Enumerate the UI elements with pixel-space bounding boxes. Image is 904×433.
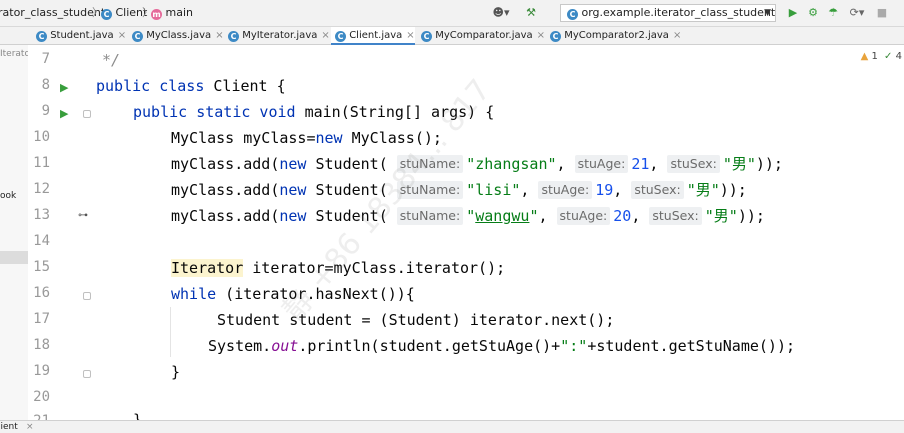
fold-icon[interactable] (83, 110, 91, 118)
line-number: 16 (33, 285, 50, 301)
close-icon[interactable]: × (215, 30, 223, 41)
class-icon: C (567, 9, 578, 20)
line-number: 8 (41, 77, 50, 93)
close-icon[interactable]: × (406, 30, 414, 41)
tab-label: MyIterator.java (242, 30, 318, 41)
user-icon[interactable]: ☻▾ (490, 4, 512, 22)
fold-icon[interactable] (83, 292, 91, 300)
warning-count: 1 (871, 51, 878, 62)
editor-gutter: 7 8 9 10 11 12 13 14 15 16 17 18 19 20 2… (28, 45, 94, 420)
line-number: 20 (33, 389, 50, 405)
bookmark-icon: ⊶ (78, 210, 88, 221)
debug-icon[interactable]: ⚙ (806, 4, 820, 22)
line-number: 11 (33, 155, 50, 171)
line-number: 21 (28, 413, 50, 420)
run-main-icon[interactable]: ▶ (60, 107, 68, 120)
coverage-icon[interactable]: ☂ (826, 4, 840, 22)
profile-icon[interactable]: ⟳▾ (846, 4, 868, 22)
code-line-17: Student student = (Student) iterator.nex… (217, 311, 615, 329)
line-number: 12 (33, 181, 50, 197)
line-number: 18 (33, 337, 50, 353)
line-number: 19 (33, 363, 50, 379)
line-number: 15 (33, 259, 50, 275)
stop-icon[interactable]: ■ (876, 4, 888, 22)
run-icon[interactable]: ▶ (786, 4, 800, 22)
tab-label: MyComparator.java (435, 30, 533, 41)
close-icon[interactable]: × (26, 421, 34, 433)
tab-mycomparator-java[interactable]: C MyComparator.java × (417, 27, 545, 44)
run-class-icon[interactable]: ▶ (60, 81, 68, 94)
indent-guide (170, 307, 171, 357)
breadcrumb-class[interactable]: C Client (101, 5, 147, 21)
line-number: 13 (33, 207, 50, 223)
close-icon[interactable]: × (537, 30, 545, 41)
line-number: 14 (33, 233, 50, 249)
line-number: 17 (33, 311, 50, 327)
code-line-7: */ (102, 51, 121, 69)
class-icon: C (228, 31, 239, 42)
tab-label: MyClass.java (146, 30, 212, 41)
method-icon: m (151, 9, 162, 20)
code-line-12: myClass.add(new Student( stuName: "lisi",… (171, 181, 747, 199)
code-line-8: public class Client { (96, 77, 286, 95)
inspection-widget[interactable]: ▲ 1 ✓ 4 (861, 51, 902, 62)
project-selected-row[interactable] (0, 251, 28, 264)
tab-myclass-java[interactable]: C MyClass.java × (128, 27, 224, 44)
class-icon: C (421, 31, 432, 42)
tab-label: Student.java (50, 30, 114, 41)
fold-icon[interactable] (83, 370, 91, 378)
breadcrumb-method-label: main (165, 6, 193, 19)
chevron-down-icon: ▼ (764, 8, 771, 18)
run-configuration-select[interactable]: C org.example.iterator_class_student.Cli… (560, 4, 776, 22)
line-number: 7 (41, 51, 50, 67)
project-item-iterator[interactable]: Iterato (0, 49, 28, 59)
warning-icon: ▲ (860, 51, 869, 62)
breadcrumb-method[interactable]: m main (151, 5, 193, 21)
check-count: 4 (895, 51, 902, 62)
navigation-bar: rator_class_student 〉 C Client 〉 m main … (0, 0, 904, 27)
close-icon[interactable]: × (321, 30, 329, 41)
editor-tabs: C Student.java × C MyClass.java × C MyIter… (0, 27, 904, 45)
project-panel: Iterato ook (0, 45, 29, 420)
close-icon[interactable]: × (118, 30, 126, 41)
code-line-13: myClass.add(new Student( stuName: "wangwu… (171, 207, 765, 225)
run-configuration-label: org.example.iterator_class_student.Clien… (581, 6, 776, 19)
status-bar: lient × (0, 420, 904, 433)
code-line-19: } (171, 363, 181, 381)
code-line-18: System.out.println(student.getStuAge()+"… (208, 337, 796, 355)
tab-label: MyComparator2.java (564, 30, 669, 41)
code-line-21: } (133, 411, 143, 420)
close-icon[interactable]: × (673, 30, 681, 41)
build-hammer-icon[interactable]: ⚒ (524, 4, 538, 22)
code-line-11: myClass.add(new Student( stuName: "zhangs… (171, 155, 783, 173)
tab-student-java[interactable]: C Student.java × (32, 27, 126, 44)
code-editor[interactable]: ▲ 1 ✓ 4 */ public class Client { public … (94, 45, 904, 420)
status-bar-label[interactable]: lient (0, 421, 18, 433)
tab-label: Client.java (349, 30, 403, 41)
tab-mycomparator2-java[interactable]: C MyComparator2.java × (546, 27, 681, 44)
class-icon: C (550, 31, 561, 42)
class-icon: C (36, 31, 47, 42)
check-icon: ✓ (884, 51, 893, 62)
class-icon: C (132, 31, 143, 42)
line-number: 10 (33, 129, 50, 145)
class-icon: C (101, 9, 112, 20)
class-icon: C (335, 31, 346, 42)
tab-myiterator-java[interactable]: C MyIterator.java × (224, 27, 330, 44)
breadcrumb-project[interactable]: rator_class_student (0, 5, 105, 21)
line-number: 9 (41, 103, 50, 119)
project-item-partial[interactable]: ook (0, 191, 16, 201)
tab-client-java[interactable]: C Client.java × (331, 27, 415, 45)
